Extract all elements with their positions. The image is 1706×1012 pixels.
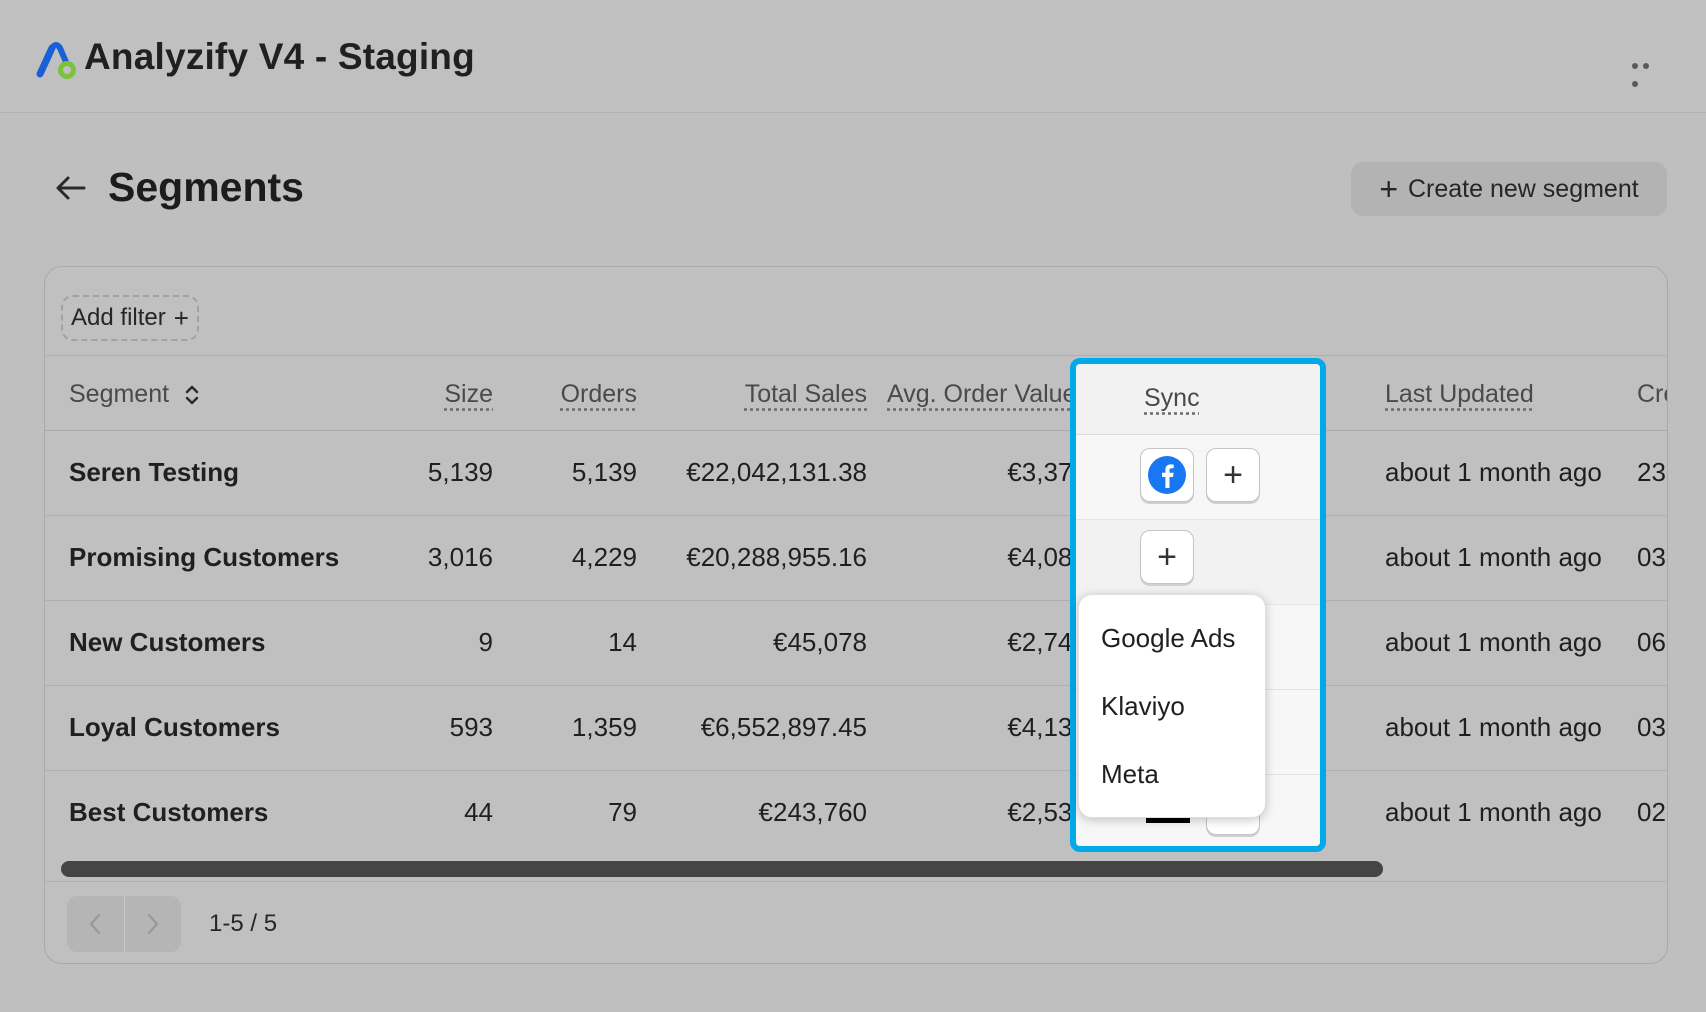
chevron-right-icon [147, 913, 159, 935]
column-header-sync[interactable]: Sync [1144, 384, 1200, 413]
table-row[interactable]: Seren Testing 5,139 5,139 €22,042,131.38… [45, 431, 1667, 516]
segment-last-updated: about 1 month ago [1385, 542, 1602, 572]
segment-size: 9 [478, 627, 493, 657]
more-horizontal-icon[interactable] [1632, 56, 1664, 87]
create-new-segment-button[interactable]: + Create new segment [1351, 162, 1667, 216]
segment-size: 5,139 [427, 457, 493, 487]
sync-cell: + [1076, 435, 1320, 520]
segment-created: 02 [1637, 797, 1666, 827]
add-filter-label: Add filter [71, 304, 166, 331]
table-header: Segment Size Orders Total Sales Avg. Ord… [45, 356, 1667, 431]
column-header-avg-order-value[interactable]: Avg. Order Value [887, 380, 1076, 409]
segment-total-sales: €6,552,897.45 [700, 712, 867, 742]
segment-total-sales: €45,078 [773, 627, 867, 657]
add-sync-button[interactable]: + [1206, 448, 1260, 502]
segment-created: 23 [1637, 457, 1666, 487]
app-title: Analyzify V4 - Staging [84, 36, 475, 77]
table-footer: 1-5 / 5 [45, 881, 1667, 963]
app-bar: Analyzify V4 - Staging [0, 0, 1706, 113]
menu-item-google-ads[interactable]: Google Ads [1101, 623, 1235, 654]
column-header-size[interactable]: Size [385, 380, 493, 409]
column-header-label: Segment [69, 380, 170, 408]
previous-page-button[interactable] [67, 896, 125, 952]
segment-total-sales: €243,760 [758, 797, 867, 827]
column-header-created[interactable]: Cre [1637, 380, 1667, 409]
next-page-button[interactable] [125, 896, 182, 952]
segment-orders: 14 [608, 627, 637, 657]
table-row[interactable]: Promising Customers 3,016 4,229 €20,288,… [45, 516, 1667, 601]
sync-cell: + [1076, 520, 1320, 605]
segment-name[interactable]: New Customers [69, 627, 266, 658]
filter-bar: Add filter + [45, 267, 1667, 356]
segment-created: 03 [1637, 712, 1666, 742]
table-row[interactable]: New Customers 9 14 €45,078 €2,745.60 abo… [45, 601, 1667, 686]
menu-item-klaviyo[interactable]: Klaviyo [1101, 691, 1185, 722]
arrow-left-icon[interactable] [54, 174, 88, 202]
segment-orders: 1,359 [571, 712, 637, 742]
column-header-last-updated[interactable]: Last Updated [1385, 380, 1534, 409]
horizontal-scrollbar[interactable] [61, 861, 1383, 877]
add-filter-button[interactable]: Add filter + [61, 295, 199, 341]
add-sync-button[interactable]: + [1140, 530, 1194, 584]
segment-orders: 79 [608, 797, 637, 827]
segment-name[interactable]: Promising Customers [69, 542, 339, 573]
segment-last-updated: about 1 month ago [1385, 627, 1602, 657]
column-header-total-sales[interactable]: Total Sales [665, 380, 867, 409]
facebook-icon [1148, 456, 1186, 494]
plus-icon: + [1379, 170, 1398, 207]
segment-total-sales: €20,288,955.16 [686, 542, 867, 572]
segment-total-sales: €22,042,131.38 [686, 457, 867, 487]
segment-created: 03 [1637, 542, 1666, 572]
sync-column-header-cell: Sync [1076, 364, 1320, 435]
segment-created: 06 [1637, 627, 1666, 657]
plus-icon: + [1157, 538, 1177, 576]
column-header-orders[interactable]: Orders [515, 380, 637, 409]
meta-sync-button[interactable] [1140, 448, 1194, 502]
sort-icon[interactable] [184, 382, 200, 408]
sync-destination-menu: Google Ads Klaviyo Meta [1078, 594, 1266, 818]
segment-name[interactable]: Best Customers [69, 797, 268, 828]
menu-item-meta[interactable]: Meta [1101, 759, 1159, 790]
chevron-left-icon [89, 913, 101, 935]
create-new-segment-label: Create new segment [1408, 174, 1639, 203]
segments-card: Add filter + Segment Size Orders Total S… [44, 266, 1668, 964]
segment-size: 44 [464, 797, 493, 827]
segment-size: 3,016 [427, 542, 493, 572]
column-header-segment[interactable]: Segment [69, 380, 200, 409]
plus-icon: + [173, 302, 189, 333]
analyzify-logo-icon [36, 42, 76, 79]
table-row[interactable]: Best Customers 44 79 €243,760 €2,531.42 … [45, 771, 1667, 855]
pagination [67, 896, 181, 952]
segment-last-updated: about 1 month ago [1385, 457, 1602, 487]
table-row[interactable]: Loyal Customers 593 1,359 €6,552,897.45 … [45, 686, 1667, 771]
segment-orders: 4,229 [571, 542, 637, 572]
segment-last-updated: about 1 month ago [1385, 712, 1602, 742]
segment-last-updated: about 1 month ago [1385, 797, 1602, 827]
segment-orders: 5,139 [571, 457, 637, 487]
page-title: Segments [108, 164, 304, 210]
plus-icon: + [1223, 456, 1243, 494]
segment-name[interactable]: Loyal Customers [69, 712, 280, 743]
pagination-range: 1-5 / 5 [209, 910, 278, 937]
segment-size: 593 [449, 712, 493, 742]
segment-name[interactable]: Seren Testing [69, 457, 239, 488]
